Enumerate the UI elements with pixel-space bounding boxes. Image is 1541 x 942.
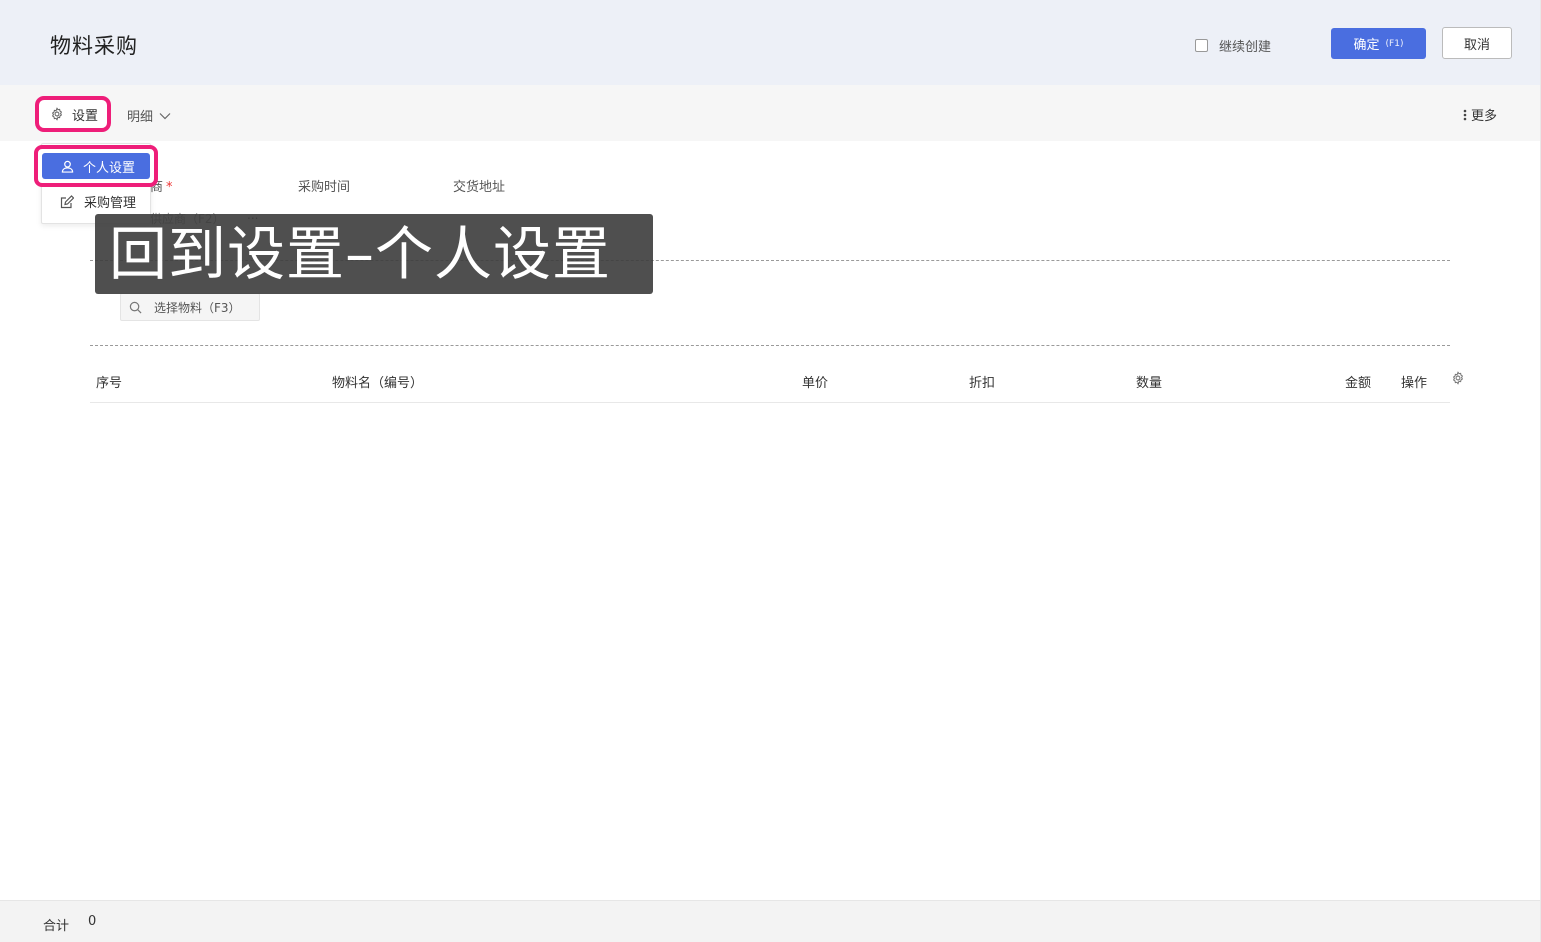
menu-item-label: 采购管理 (84, 196, 137, 211)
user-icon (61, 160, 74, 173)
delivery-address-label: 交货地址 (453, 180, 506, 195)
search-icon (129, 301, 142, 314)
total-value: 0 (88, 914, 97, 929)
column-header-actions: 操作 (1401, 376, 1428, 391)
menu-item-label: 个人设置 (83, 160, 136, 176)
gear-icon (50, 107, 64, 121)
toolbar: 设置 明细 更多 (0, 85, 1541, 141)
more-label: 更多 (1471, 109, 1498, 124)
column-settings-gear-icon[interactable] (1451, 371, 1465, 385)
tutorial-caption: 回到设置–个人设置 (95, 214, 653, 294)
required-mark: * (166, 180, 173, 195)
continue-create-label: 继续创建 (1219, 40, 1272, 55)
detail-dropdown[interactable]: 明细 (127, 106, 171, 125)
purchase-page: 物料采购 继续创建 确定 (F1) 取消 设置 明细 更多 商 * 采购时间 交… (0, 0, 1541, 942)
column-header-quantity: 数量 (1136, 376, 1163, 391)
detail-label: 明细 (127, 110, 154, 125)
purchase-time-label: 采购时间 (298, 180, 351, 195)
material-search-placeholder: 选择物料（F3） (154, 300, 241, 315)
total-label: 合计 (43, 919, 70, 934)
page-header: 物料采购 继续创建 确定 (F1) 取消 (0, 0, 1541, 85)
page-title: 物料采购 (50, 34, 138, 58)
more-button[interactable]: 更多 (1463, 105, 1497, 124)
settings-button[interactable]: 设置 (35, 96, 111, 132)
continue-create-toggle[interactable]: 继续创建 (1195, 36, 1271, 55)
column-header-material: 物料名（编号） (332, 376, 424, 391)
menu-item-personal-settings[interactable]: 个人设置 (34, 145, 158, 187)
confirm-shortcut: (F1) (1385, 38, 1404, 49)
column-header-unit-price: 单价 (802, 376, 829, 391)
chevron-down-icon (159, 112, 171, 120)
material-search-input[interactable]: 选择物料（F3） (120, 293, 260, 321)
confirm-button-label: 确定 (1353, 38, 1380, 53)
settings-button-label: 设置 (72, 108, 99, 124)
column-header-index: 序号 (96, 376, 123, 391)
edit-icon (60, 194, 74, 209)
divider (90, 345, 1450, 346)
column-header-amount: 金额 (1345, 376, 1372, 391)
cancel-button[interactable]: 取消 (1442, 27, 1512, 59)
footer-bar: 合计 0 (0, 900, 1541, 942)
more-vertical-icon (1463, 109, 1467, 121)
confirm-button[interactable]: 确定 (F1) (1331, 28, 1426, 59)
continue-create-checkbox[interactable] (1195, 39, 1208, 52)
table-header-divider (90, 402, 1450, 403)
column-header-discount: 折扣 (969, 376, 996, 391)
menu-item-purchase-management[interactable]: 采购管理 (60, 192, 136, 211)
